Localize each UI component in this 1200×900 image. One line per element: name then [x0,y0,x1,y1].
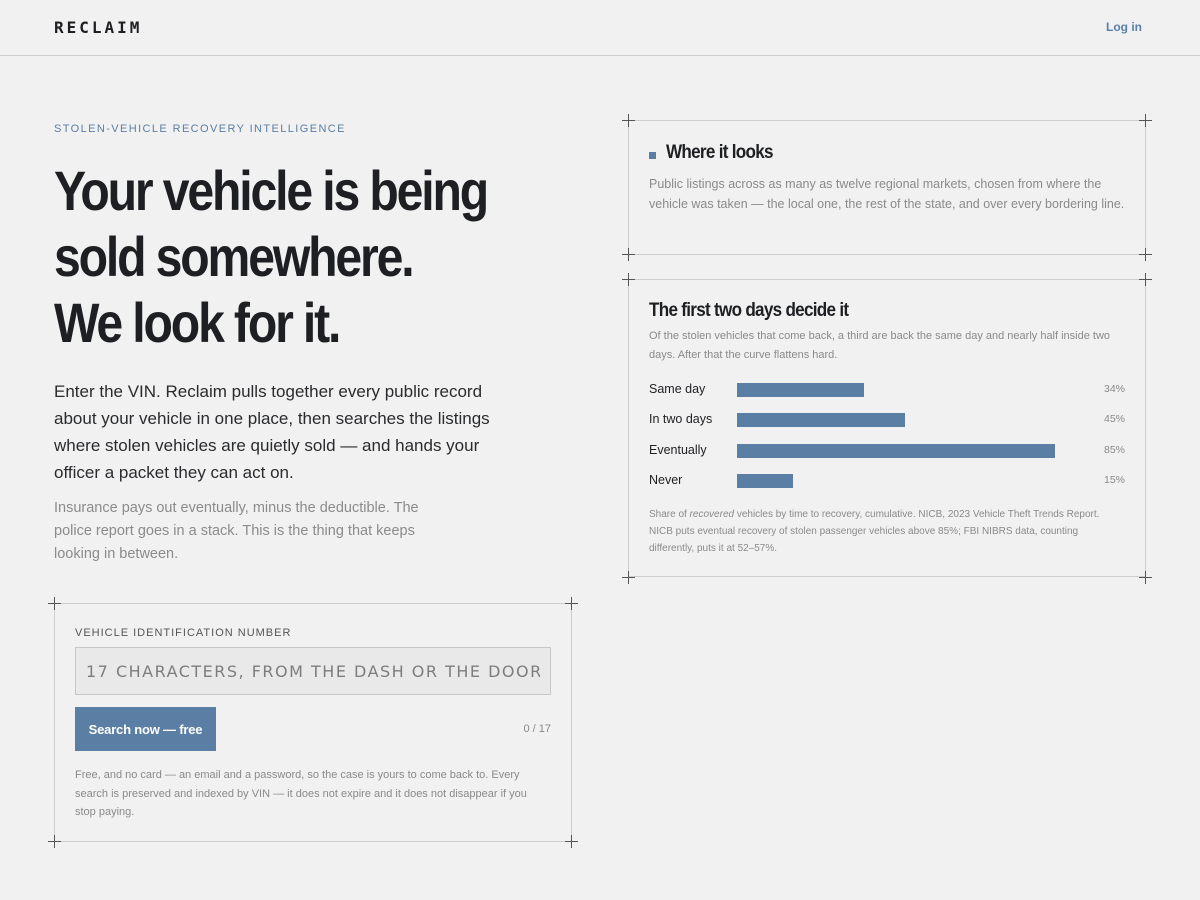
eyebrow-label: STOLEN-VEHICLE RECOVERY INTELLIGENCE [54,123,346,135]
chart-value-label: 45% [1103,413,1125,425]
corner-mark-icon [1139,571,1152,584]
chart-value-label: 15% [1103,474,1125,486]
chart-bar [737,413,906,427]
chart-source-note: Share of recovered vehicles by time to r… [649,506,1119,558]
chart-category-label: Never [649,473,683,487]
corner-mark-icon [1139,114,1152,127]
corner-mark-icon [622,248,635,261]
chart-value-label: 85% [1103,444,1125,456]
source-prefix: Share of [649,509,690,520]
headline-line: We look for it. [54,291,341,354]
corner-mark-icon [48,835,61,848]
lede-paragraph: Enter the VIN. Reclaim pulls together ev… [54,382,490,482]
login-link[interactable]: Log in [1106,20,1142,34]
recovery-panel-subtitle: Of the stolen vehicles that come back, a… [649,330,1111,361]
recovery-panel-title: The first two days decide it [649,300,849,321]
chart-value-label: 34% [1103,383,1125,395]
chart-bar [737,383,865,397]
brand-logo[interactable]: RECLAIM [54,18,142,37]
corner-mark-icon [622,273,635,286]
headline-line: Your vehicle is being [54,159,489,222]
corner-mark-icon [622,114,635,127]
chart-bar [737,474,794,488]
corner-mark-icon [1139,273,1152,286]
chart-row: Eventually 85% [649,442,1127,462]
top-bar: RECLAIM Log in [0,0,1200,56]
chart-bar-track [737,474,1111,488]
chart-category-label: Same day [649,382,706,396]
source-emphasis: recovered [689,509,735,520]
vin-input[interactable] [75,647,551,695]
chart-row: In two days 45% [649,411,1127,431]
chart-bar [737,444,1055,458]
where-panel-body: Public listings across as many as twelve… [649,177,1125,211]
chart-bar-track [737,413,1111,427]
headline-line: sold somewhere. [54,225,415,288]
chart-category-label: Eventually [649,443,707,457]
where-panel-title: Where it looks [666,142,774,163]
corner-mark-icon [565,835,578,848]
vin-field-label: VEHICLE IDENTIFICATION NUMBER [75,627,292,639]
corner-mark-icon [565,597,578,610]
corner-mark-icon [1139,248,1152,261]
square-bullet-icon [649,152,656,159]
form-fineprint: Free, and no card — an email and a passw… [75,769,527,818]
chart-bar-track [737,383,1111,397]
chart-row: Same day 34% [649,381,1127,401]
search-button[interactable]: Search now — free [75,707,216,751]
corner-mark-icon [622,571,635,584]
chart-bar-track [737,444,1111,458]
character-counter: 0 / 17 [523,723,551,735]
corner-mark-icon [48,597,61,610]
page-headline: Your vehicle is being sold somewhere. We… [54,158,501,356]
chart-category-label: In two days [649,412,713,426]
sub-paragraph: Insurance pays out eventually, minus the… [54,500,419,562]
chart-row: Never 15% [649,472,1127,492]
